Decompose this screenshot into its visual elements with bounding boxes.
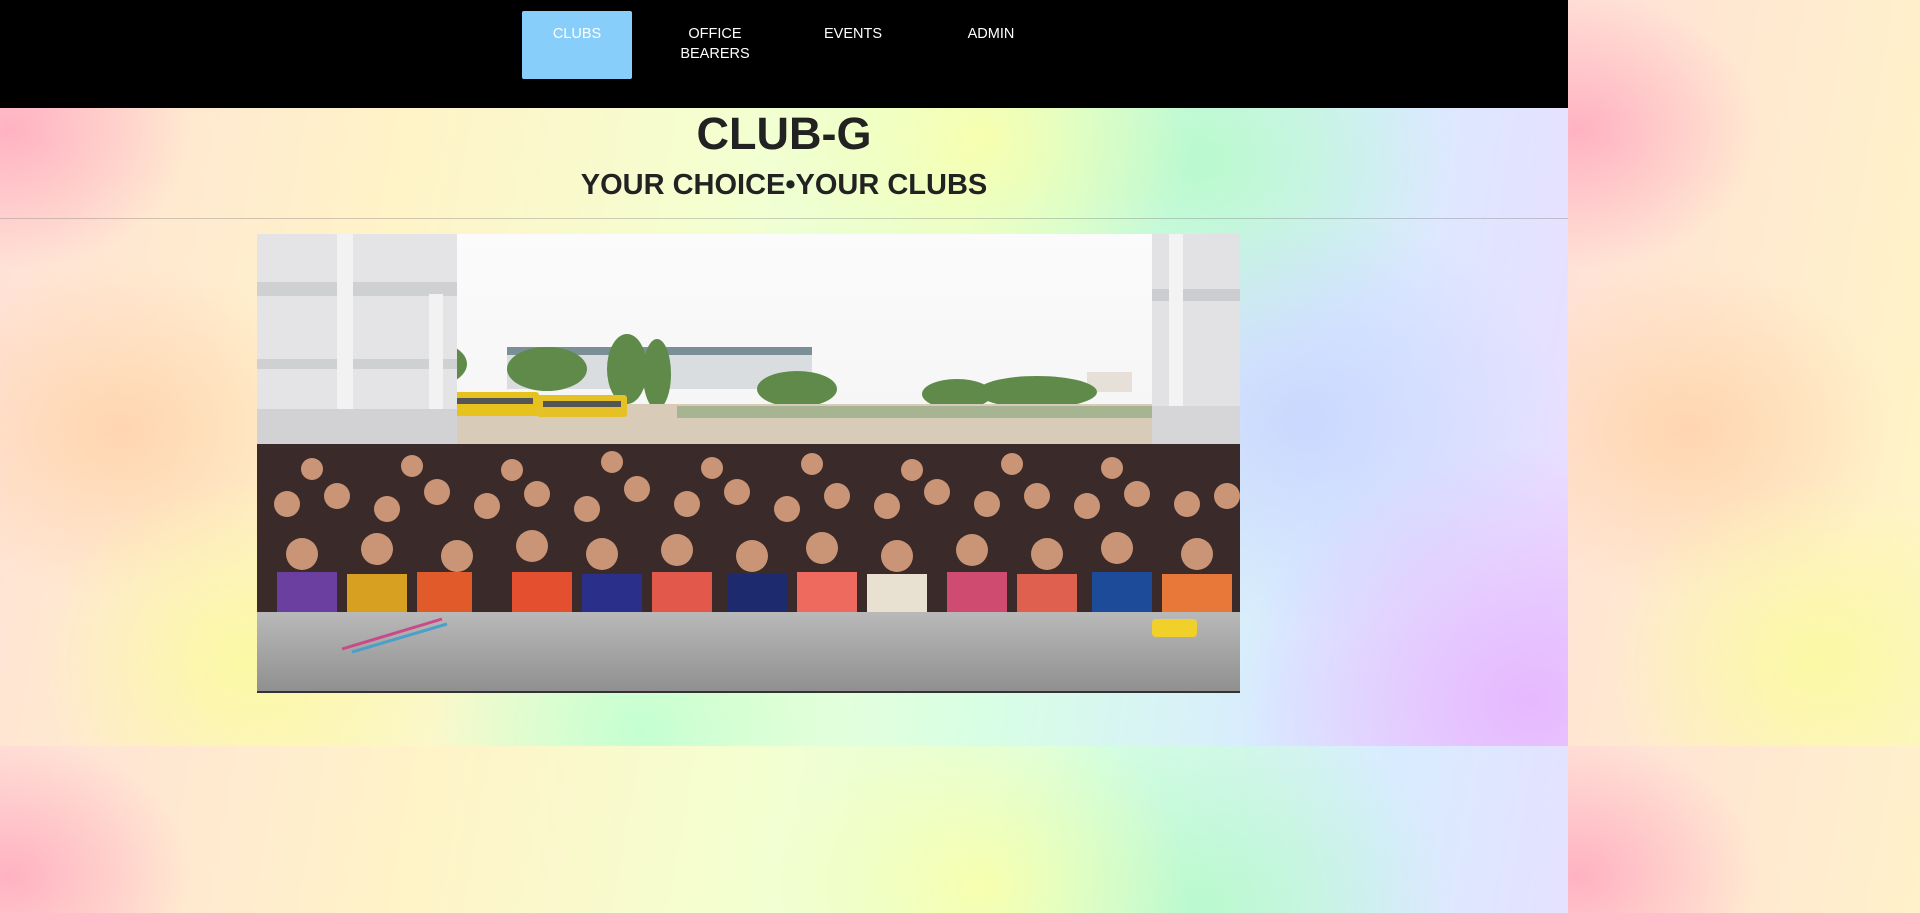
nav-item-label: OFFICE BEARERS [680,26,750,62]
nav-item-clubs[interactable]: CLUBS [522,11,632,79]
nav-item-admin[interactable]: ADMIN [936,11,1046,79]
nav-item-office-bearers[interactable]: OFFICE BEARERS [660,11,770,79]
club-group-photo [257,234,1240,693]
nav-item-label: CLUBS [552,26,602,42]
header-divider [0,218,1568,219]
top-navigation-bar: CLUBS OFFICE BEARERS EVENTS ADMIN [0,0,1568,108]
page-title: CLUB-G [696,108,872,159]
nav-item-label: ADMIN [967,26,1015,42]
nav-item-label: EVENTS [823,26,882,42]
nav-item-events[interactable]: EVENTS [798,11,908,79]
page-tagline: YOUR CHOICE•YOUR CLUBS [580,169,988,201]
